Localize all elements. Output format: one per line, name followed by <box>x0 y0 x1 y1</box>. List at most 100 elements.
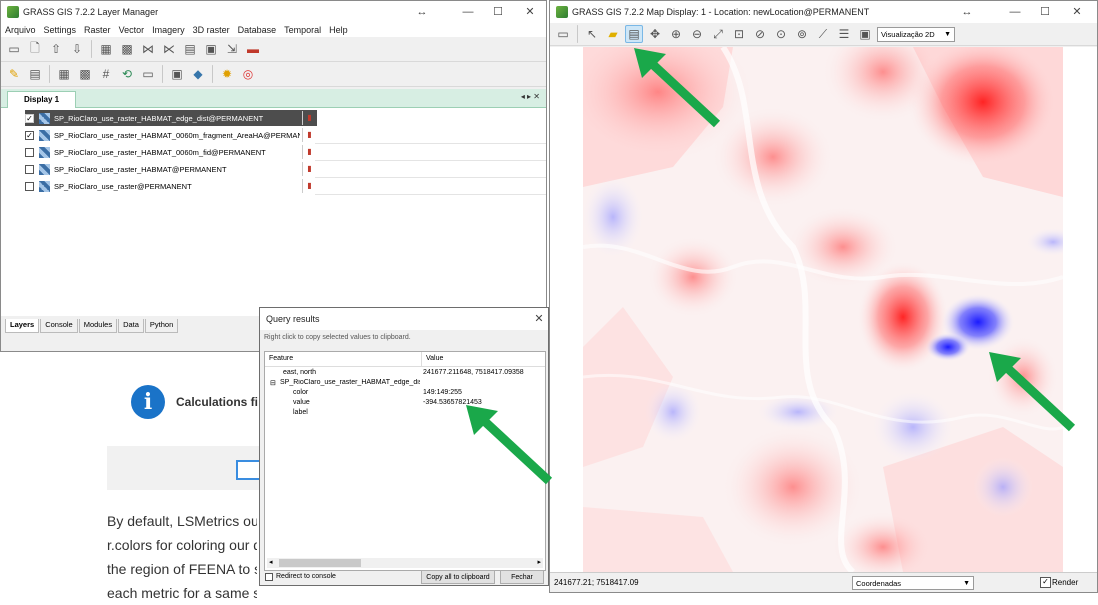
tree-row-feature[interactable]: value <box>293 399 310 409</box>
menu-arquivo[interactable]: Arquivo <box>5 25 36 35</box>
save-map-icon[interactable]: ▣ <box>856 25 874 43</box>
remove-layer-icon[interactable]: ▬ <box>244 40 262 58</box>
menu-raster[interactable]: Raster <box>84 25 111 35</box>
help-lifebuoy-icon[interactable]: ◎ <box>239 65 257 83</box>
layer-row[interactable]: ✓ SP_RioClaro_use_raster_HABMAT_edge_dis… <box>25 110 317 126</box>
select-icon[interactable]: ▰ <box>604 25 622 43</box>
horizontal-scrollbar[interactable]: ◂ ▸ <box>267 558 543 568</box>
tab-controls[interactable]: ◂ ▸ ✕ <box>521 92 540 101</box>
cartographic-composer-icon[interactable]: ▩ <box>76 65 94 83</box>
opacity-icon[interactable]: ▮ <box>302 111 316 125</box>
new-workspace-icon[interactable]: 🗋 <box>26 40 44 58</box>
scroll-right-icon[interactable]: ▸ <box>537 558 541 566</box>
layer-row[interactable]: ✓ SP_RioClaro_use_raster_HABMAT_0060m_fr… <box>25 127 546 144</box>
zoom-out-icon[interactable]: ⊖ <box>688 25 706 43</box>
redirect-checkbox[interactable] <box>265 573 273 581</box>
attribute-table-icon[interactable]: ▤ <box>26 65 44 83</box>
layer-row[interactable]: SP_RioClaro_use_raster@PERMANENT ▮ <box>25 178 546 195</box>
column-value[interactable]: Value <box>426 355 443 362</box>
tree-row-value[interactable]: 241677.211648, 7518417.09358 <box>423 369 524 379</box>
psmap-icon[interactable]: ▭ <box>139 65 157 83</box>
add-vector-misc-icon[interactable]: ⋉ <box>160 40 178 58</box>
tab-layers[interactable]: Layers <box>5 319 40 333</box>
copy-all-button[interactable]: Copy all to clipboard <box>421 570 495 584</box>
display-map-icon[interactable]: ▭ <box>554 25 572 43</box>
overlay-icon[interactable]: ☰ <box>835 25 853 43</box>
maximize-button[interactable]: ☐ <box>1034 4 1056 20</box>
tree-row-value[interactable]: 149:149:255 <box>423 389 462 399</box>
pan-icon[interactable]: ✥ <box>646 25 664 43</box>
close-button[interactable]: ✕ <box>1066 4 1088 20</box>
opacity-icon[interactable]: ▮ <box>302 145 316 159</box>
zoom-in-icon[interactable]: ⊕ <box>667 25 685 43</box>
add-overlay-icon[interactable]: ▣ <box>202 40 220 58</box>
settings-gear-icon[interactable]: ✹ <box>218 65 236 83</box>
add-raster-misc-icon[interactable]: ▩ <box>118 40 136 58</box>
tree-row-feature[interactable]: label <box>293 409 308 419</box>
tree-row-feature[interactable]: SP_RioClaro_use_raster_HABMAT_edge_dist <box>280 379 420 389</box>
tab-display-1[interactable]: Display 1 <box>7 91 77 108</box>
tab-modules[interactable]: Modules <box>78 319 118 333</box>
pointer-icon[interactable]: ↖ <box>583 25 601 43</box>
map-calculator-icon[interactable]: ▦ <box>55 65 73 83</box>
tree-row-feature[interactable]: east, north <box>283 369 316 379</box>
menu-database[interactable]: Database <box>238 25 277 35</box>
layer-row[interactable]: SP_RioClaro_use_raster_HABMAT@PERMANENT … <box>25 161 546 178</box>
menu-vector[interactable]: Vector <box>119 25 145 35</box>
save-workspace-icon[interactable]: ⇩ <box>68 40 86 58</box>
layer-checkbox[interactable]: ✓ <box>25 130 34 140</box>
zoom-region-icon[interactable]: ⊡ <box>730 25 748 43</box>
layer-checkbox[interactable] <box>25 147 34 157</box>
opacity-icon[interactable]: ▮ <box>302 179 316 193</box>
render-checkbox[interactable]: ✓ <box>1040 577 1051 588</box>
menu-settings[interactable]: Settings <box>44 25 77 35</box>
move-icon[interactable]: ↔ <box>956 4 978 20</box>
layer-row[interactable]: SP_RioClaro_use_raster_HABMAT_0060m_fid@… <box>25 144 546 161</box>
opacity-icon[interactable]: ▮ <box>302 128 316 142</box>
layer-checkbox[interactable]: ✓ <box>25 113 34 123</box>
script-icon[interactable]: ▣ <box>168 65 186 83</box>
view-mode-select[interactable]: Visualização 2D ▼ <box>877 26 955 42</box>
minimize-button[interactable]: — <box>457 4 479 20</box>
scroll-left-icon[interactable]: ◂ <box>269 558 273 566</box>
layer-checkbox[interactable] <box>25 164 34 174</box>
zoom-menu-icon[interactable]: ⊙ <box>772 25 790 43</box>
tree-row-feature[interactable]: color <box>293 389 308 399</box>
analyze-icon[interactable]: ⊚ <box>793 25 811 43</box>
query-icon[interactable]: ▤ <box>625 25 643 43</box>
new-display-icon[interactable]: ▭ <box>5 40 23 58</box>
move-icon[interactable]: ↔ <box>411 4 433 20</box>
maximize-button[interactable]: ☐ <box>487 4 509 20</box>
collapse-toggle-icon[interactable]: ⊟ <box>270 379 276 389</box>
tab-data[interactable]: Data <box>118 319 144 333</box>
add-raster-icon[interactable]: ▦ <box>97 40 115 58</box>
statusbar-mode-select[interactable]: Coordenadas ▼ <box>852 576 974 590</box>
menu-imagery[interactable]: Imagery <box>152 25 185 35</box>
close-button[interactable]: ✕ <box>528 311 550 327</box>
close-button[interactable]: ✕ <box>519 4 541 20</box>
column-feature[interactable]: Feature <box>269 355 293 362</box>
import-raster-icon[interactable]: ⇲ <box>223 40 241 58</box>
add-group-icon[interactable]: ▤ <box>181 40 199 58</box>
add-vector-icon[interactable]: ⋈ <box>139 40 157 58</box>
menu-3d-raster[interactable]: 3D raster <box>193 25 230 35</box>
column-divider[interactable] <box>421 352 422 366</box>
edit-vector-icon[interactable]: ✎ <box>5 65 23 83</box>
map-display-titlebar[interactable]: GRASS GIS 7.2.2 Map Display: 1 - Locatio… <box>550 1 1097 23</box>
scrollbar-thumb[interactable] <box>279 559 361 567</box>
tab-python[interactable]: Python <box>144 319 179 333</box>
menu-temporal[interactable]: Temporal <box>284 25 321 35</box>
tab-console[interactable]: Console <box>40 319 78 333</box>
menu-help[interactable]: Help <box>329 25 348 35</box>
close-dialog-button[interactable]: Fechar <box>500 570 544 584</box>
open-workspace-icon[interactable]: ⇧ <box>47 40 65 58</box>
minimize-button[interactable]: — <box>1004 4 1026 20</box>
zoom-back-icon[interactable]: ⊘ <box>751 25 769 43</box>
opacity-icon[interactable]: ▮ <box>302 162 316 176</box>
zoom-extent-icon[interactable]: ⤢ <box>709 25 727 43</box>
layer-manager-titlebar[interactable]: GRASS GIS 7.2.2 Layer Manager ↔ — ☐ ✕ <box>1 1 546 23</box>
profile-icon[interactable]: ⟋ <box>814 25 832 43</box>
query-results-titlebar[interactable]: Query results ✕ <box>260 308 548 330</box>
layer-checkbox[interactable] <box>25 181 34 191</box>
modeler-icon[interactable]: ⟲ <box>118 65 136 83</box>
